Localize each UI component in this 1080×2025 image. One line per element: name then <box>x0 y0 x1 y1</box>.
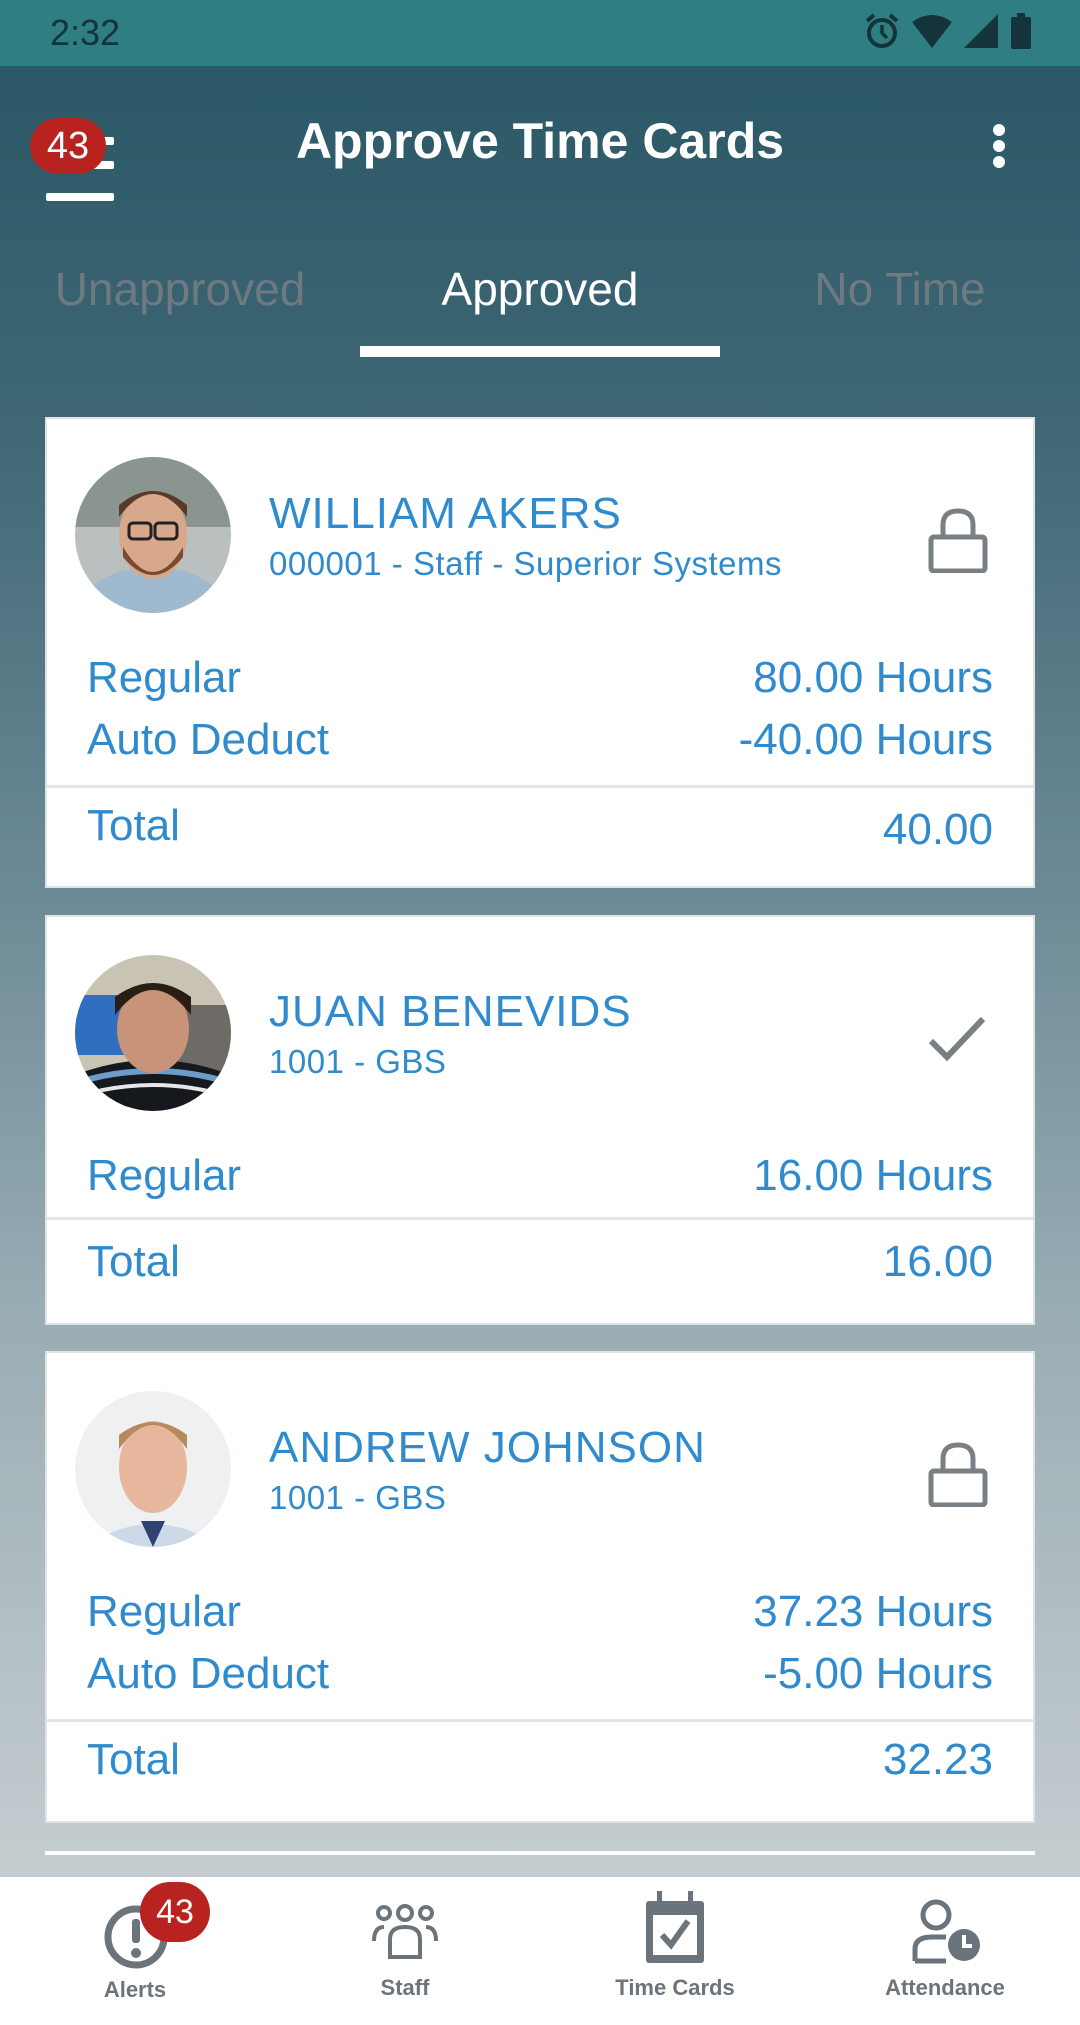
signal-icon <box>964 14 998 48</box>
lock-icon[interactable] <box>925 1441 991 1507</box>
hours-label: Regular <box>87 653 242 702</box>
page-title: Approve Time Cards <box>295 113 785 169</box>
divider <box>47 1719 1033 1722</box>
employee-subtitle: 1001 - GBS <box>269 1043 447 1080</box>
nav-time-cards[interactable]: Time Cards <box>540 1877 810 2025</box>
next-card-edge <box>45 1851 1035 1855</box>
nav-label: Staff <box>380 1975 430 2000</box>
nav-attendance[interactable]: Attendance <box>810 1877 1080 2025</box>
tab-approved[interactable]: Approved <box>360 262 720 316</box>
nav-label: Alerts <box>103 1977 167 2002</box>
hours-label: Auto Deduct <box>87 1649 330 1698</box>
nav-alerts[interactable]: 43 Alerts <box>0 1877 270 2025</box>
alarm-icon <box>865 13 899 48</box>
hours-value: 16.00 Hours <box>753 1151 993 1200</box>
employee-subtitle: 1001 - GBS <box>269 1479 447 1516</box>
staff-group-icon <box>372 1904 438 1959</box>
total-label: Total <box>87 1735 180 1784</box>
tab-no-time[interactable]: No Time <box>720 262 1080 316</box>
hours-label: Auto Deduct <box>87 715 330 764</box>
active-tab-indicator <box>360 346 720 357</box>
divider <box>47 1217 1033 1220</box>
tab-unapproved[interactable]: Unapproved <box>0 262 360 316</box>
alerts-badge: 43 <box>140 1882 210 1942</box>
avatar <box>75 955 231 1111</box>
hours-value: -5.00 Hours <box>763 1649 993 1698</box>
total-value: 32.23 <box>882 1735 993 1784</box>
hamburger-bar <box>46 193 114 201</box>
tab-bar: Unapproved Approved No Time <box>0 250 1080 360</box>
hours-label: Regular <box>87 1151 242 1200</box>
timecard-william-akers[interactable]: WILLIAM AKERS 000001 - Staff - Superior … <box>45 417 1035 888</box>
hours-value: 37.23 Hours <box>753 1587 993 1636</box>
divider <box>47 785 1033 788</box>
hours-value: 80.00 Hours <box>753 653 993 702</box>
status-icons <box>864 12 1032 50</box>
nav-staff[interactable]: Staff <box>270 1877 540 2025</box>
hours-label: Regular <box>87 1587 242 1636</box>
timecard-andrew-johnson[interactable]: ANDREW JOHNSON 1001 - GBS Regular 37.23 … <box>45 1351 1035 1823</box>
more-vertical-icon[interactable] <box>984 124 1014 168</box>
check-icon[interactable] <box>925 1007 991 1073</box>
total-label: Total <box>87 801 180 850</box>
status-bar: 2:32 <box>0 0 1080 66</box>
hours-value: -40.00 Hours <box>738 715 993 764</box>
employee-subtitle: 000001 - Staff - Superior Systems <box>269 545 782 582</box>
person-clock-icon <box>912 1899 980 1964</box>
timecard-juan-benevids[interactable]: JUAN BENEVIDS 1001 - GBS Regular 16.00 H… <box>45 915 1035 1325</box>
nav-label: Attendance <box>885 1975 1005 2000</box>
battery-icon <box>1011 13 1031 49</box>
status-time: 2:32 <box>50 12 121 53</box>
calendar-check-icon <box>646 1891 704 1963</box>
nav-label: Time Cards <box>615 1975 735 2000</box>
total-value: 40.00 <box>882 805 993 854</box>
total-label: Total <box>87 1237 180 1286</box>
avatar <box>75 457 231 613</box>
avatar <box>75 1391 231 1547</box>
lock-icon[interactable] <box>925 507 991 573</box>
total-value: 16.00 <box>882 1237 993 1286</box>
employee-name: JUAN BENEVIDS <box>269 987 632 1036</box>
bottom-nav: 43 Alerts Staff Time Cards Attendance <box>0 1877 1080 2025</box>
employee-name: ANDREW JOHNSON <box>269 1423 706 1472</box>
employee-name: WILLIAM AKERS <box>269 489 622 538</box>
wifi-icon <box>912 15 952 48</box>
